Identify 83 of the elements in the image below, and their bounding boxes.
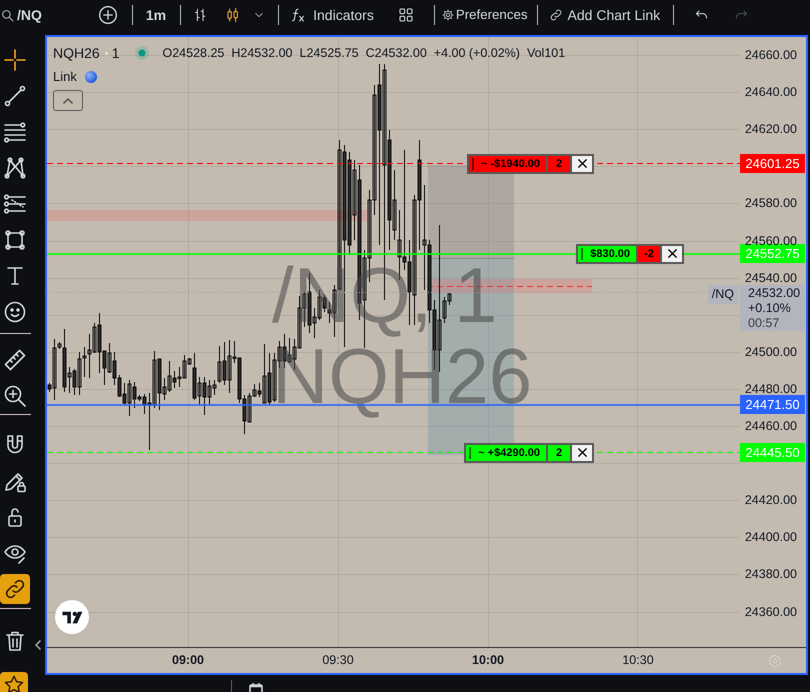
trend-line-icon xyxy=(3,84,27,108)
preferences-button[interactable]: Preferences xyxy=(442,3,528,27)
price-tick-label: 24500.00 xyxy=(744,344,797,360)
close-icon xyxy=(576,447,588,458)
close-icon xyxy=(576,158,588,170)
price-tick-label: 24400.00 xyxy=(744,529,797,546)
high-price: H24532.00 xyxy=(231,44,293,62)
settings-icon xyxy=(442,9,454,21)
link-icon xyxy=(548,8,563,22)
price-tick-label: 24660.00 xyxy=(744,47,797,63)
price-tick-label: 24360.00 xyxy=(744,604,797,620)
ball-icon xyxy=(84,71,97,83)
function-icon xyxy=(290,6,306,24)
price-tick-label: 24640.00 xyxy=(744,84,797,100)
interval-label[interactable]: 1 xyxy=(112,42,120,64)
symbol-search-button[interactable]: /NQ xyxy=(1,3,42,27)
add-chart-link-button[interactable]: Add Chart Link xyxy=(548,3,660,27)
low-price: L24525.75 xyxy=(300,44,359,62)
axis-price-label: 24601.25 xyxy=(740,154,805,174)
search-icon xyxy=(1,8,14,22)
close-order-button[interactable] xyxy=(572,442,594,463)
open-price: O24528.25 xyxy=(162,44,224,62)
close-order-button[interactable] xyxy=(662,244,684,264)
price-tick-label: 24380.00 xyxy=(744,566,797,582)
interval-button[interactable]: 1m xyxy=(146,3,166,27)
smiley-icon xyxy=(3,300,27,324)
time-tick-label: 09:00 xyxy=(171,652,205,670)
chevron-up-icon xyxy=(63,98,73,104)
volume-value: Vol101 xyxy=(526,44,566,62)
zoom-in-icon xyxy=(3,384,27,408)
last-price-value: 24532.00 xyxy=(748,286,802,302)
pnl-value: ~ -$1940.00 xyxy=(480,156,540,172)
price-tick-label: 24420.00 xyxy=(744,492,797,508)
link-icon xyxy=(3,577,27,601)
add-symbol-button[interactable] xyxy=(98,3,118,27)
logo-icon xyxy=(55,600,89,634)
plus-circle-icon xyxy=(98,5,118,25)
price-tick-label: 24460.00 xyxy=(744,418,797,434)
collapse-legend-button[interactable] xyxy=(53,90,83,111)
sync-link-button[interactable] xyxy=(0,574,30,604)
calendar-icon[interactable] xyxy=(248,683,264,692)
axis-price-label: 24552.75 xyxy=(740,244,805,264)
grid-icon xyxy=(398,7,414,23)
symbol-label[interactable]: NQH26 xyxy=(53,42,100,64)
chevron-down-icon xyxy=(254,10,264,20)
price-change-value: +0.10% xyxy=(748,301,792,316)
price-tick-label: 24480.00 xyxy=(744,380,797,397)
drag-handle-icon[interactable] xyxy=(581,248,584,260)
quantity-tag[interactable]: 2 xyxy=(548,442,572,463)
time-tick-label: 09:30 xyxy=(321,652,355,670)
separator-dot-icon xyxy=(104,52,108,54)
close-order-button[interactable] xyxy=(572,154,594,174)
pnl-value: ~ +$4290.00 xyxy=(478,446,540,461)
time-tick-label: 10:00 xyxy=(471,652,505,670)
close-price: C24532.00 xyxy=(366,44,427,62)
close-icon xyxy=(666,248,678,260)
bars-chart-icon xyxy=(193,6,208,24)
pnl-value: $830.00 xyxy=(590,246,630,262)
fib-lines-icon xyxy=(3,192,27,216)
link-label: Link xyxy=(53,68,77,86)
price-change: +4.00 (+0.02%) xyxy=(434,44,520,62)
price-tick-label: 24620.00 xyxy=(744,121,797,138)
axis-price-label: 24445.50 xyxy=(740,443,805,462)
price-tick-label: 24540.00 xyxy=(744,270,797,286)
price-tick-label: 24580.00 xyxy=(744,195,797,212)
node-graph-icon xyxy=(3,156,27,180)
star-icon xyxy=(3,674,25,692)
rectangle-icon xyxy=(3,228,27,252)
symbol-tag: /NQ xyxy=(708,285,738,304)
axis-price-label: 24471.50 xyxy=(740,395,805,414)
parallel-lines-icon xyxy=(3,120,27,144)
drag-handle-icon[interactable] xyxy=(469,446,472,459)
crosshair-icon xyxy=(3,48,27,72)
chevron-left-icon[interactable] xyxy=(35,640,41,650)
ruler-icon xyxy=(3,348,27,372)
time-tick-label: 10:30 xyxy=(621,652,655,670)
indicators-button[interactable]: Indicators xyxy=(290,3,374,27)
quantity-tag[interactable]: 2 xyxy=(548,154,572,174)
quantity-tag[interactable]: -2 xyxy=(638,244,662,264)
drag-handle-icon[interactable] xyxy=(472,158,474,170)
bar-countdown: 00:57 xyxy=(748,316,780,332)
market-status-icon xyxy=(135,46,150,60)
favorites-button[interactable] xyxy=(0,672,28,692)
